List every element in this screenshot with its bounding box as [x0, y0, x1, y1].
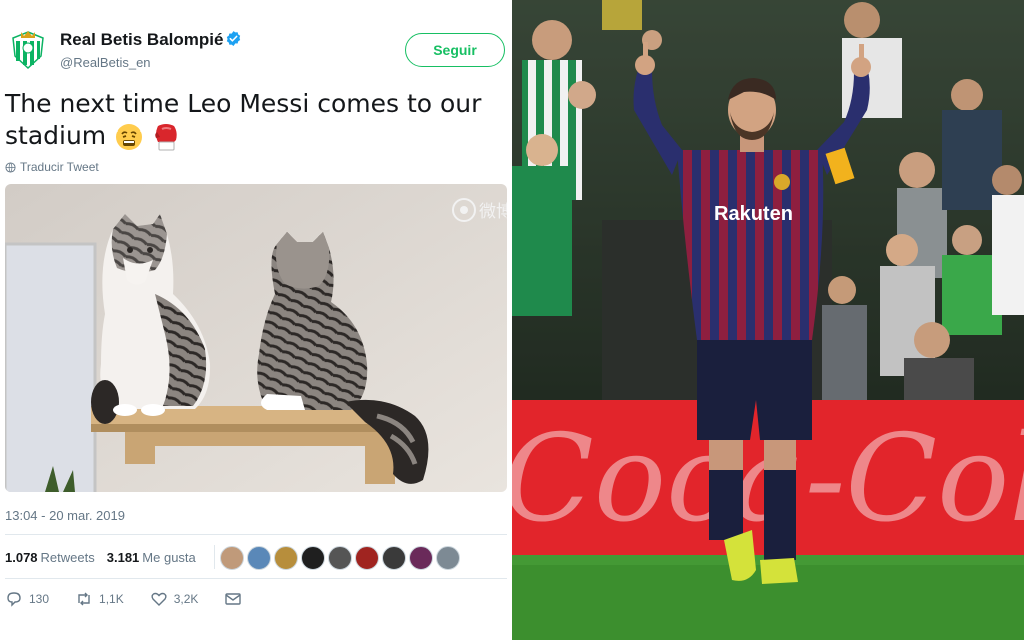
photo-player-celebration: Coca-Cola Rakuten: [512, 0, 1024, 640]
envelope-icon: [225, 593, 242, 605]
liker-avatar[interactable]: [220, 546, 244, 570]
tweet-stats: 1.078 Retweets 3.181 Me gusta: [5, 545, 221, 569]
liker-avatar[interactable]: [436, 546, 460, 570]
liker-avatar[interactable]: [247, 546, 271, 570]
liker-avatar[interactable]: [409, 546, 433, 570]
liker-avatar[interactable]: [328, 546, 352, 570]
heart-icon: [151, 592, 167, 606]
liker-avatar[interactable]: [382, 546, 406, 570]
account-handle[interactable]: @RealBetis_en: [60, 55, 151, 70]
likes-count[interactable]: 3.181: [107, 550, 140, 565]
globe-icon: [5, 161, 16, 173]
tweet-text-line2: stadium: [5, 121, 107, 150]
translate-label: Traducir Tweet: [20, 160, 99, 174]
retweets-label[interactable]: Retweets: [41, 550, 95, 565]
tweet-card: Real Betis Balompié @RealBetis_en Seguir…: [0, 0, 512, 640]
reply-icon: [7, 592, 21, 607]
reply-button[interactable]: 130: [5, 590, 49, 608]
likes-label[interactable]: Me gusta: [142, 550, 195, 565]
divider: [5, 578, 507, 579]
retweet-button[interactable]: 1,1K: [75, 590, 124, 608]
tweet-timestamp[interactable]: 13:04 - 20 mar. 2019: [5, 508, 125, 523]
tweet-text-line1: The next time Leo Messi comes to our: [5, 89, 482, 118]
shirt-sponsor: Rakuten: [714, 203, 793, 225]
stats-separator: [213, 545, 215, 569]
boxing-glove-emoji-icon: [155, 124, 177, 151]
like-count: 3,2K: [173, 592, 199, 606]
liker-avatars: [220, 546, 460, 570]
tweet-text: The next time Leo Messi comes to our sta…: [5, 88, 505, 152]
tweet-media-cats[interactable]: 微博: [5, 184, 507, 492]
reply-count: 130: [29, 592, 50, 606]
like-button[interactable]: 3,2K: [150, 590, 199, 608]
retweets-count[interactable]: 1.078: [5, 550, 38, 565]
media-watermark: 微博: [479, 202, 507, 222]
account-name[interactable]: Real Betis Balompié: [60, 30, 223, 50]
verified-badge-icon: [226, 31, 241, 46]
divider: [5, 534, 507, 535]
liker-avatar[interactable]: [274, 546, 298, 570]
retweet-count: 1,1K: [99, 592, 124, 606]
liker-avatar[interactable]: [355, 546, 379, 570]
tweet-actions: 130 1,1K 3,2K: [5, 590, 268, 608]
tweet-header: Real Betis Balompié @RealBetis_en Seguir: [0, 0, 512, 80]
weary-face-emoji-icon: [115, 124, 143, 150]
follow-button[interactable]: Seguir: [405, 33, 505, 67]
direct-message-button[interactable]: [224, 590, 242, 608]
liker-avatar[interactable]: [301, 546, 325, 570]
translate-tweet-link[interactable]: Traducir Tweet: [5, 160, 99, 174]
betis-crest-avatar[interactable]: [10, 30, 46, 70]
retweet-icon: [78, 592, 90, 606]
